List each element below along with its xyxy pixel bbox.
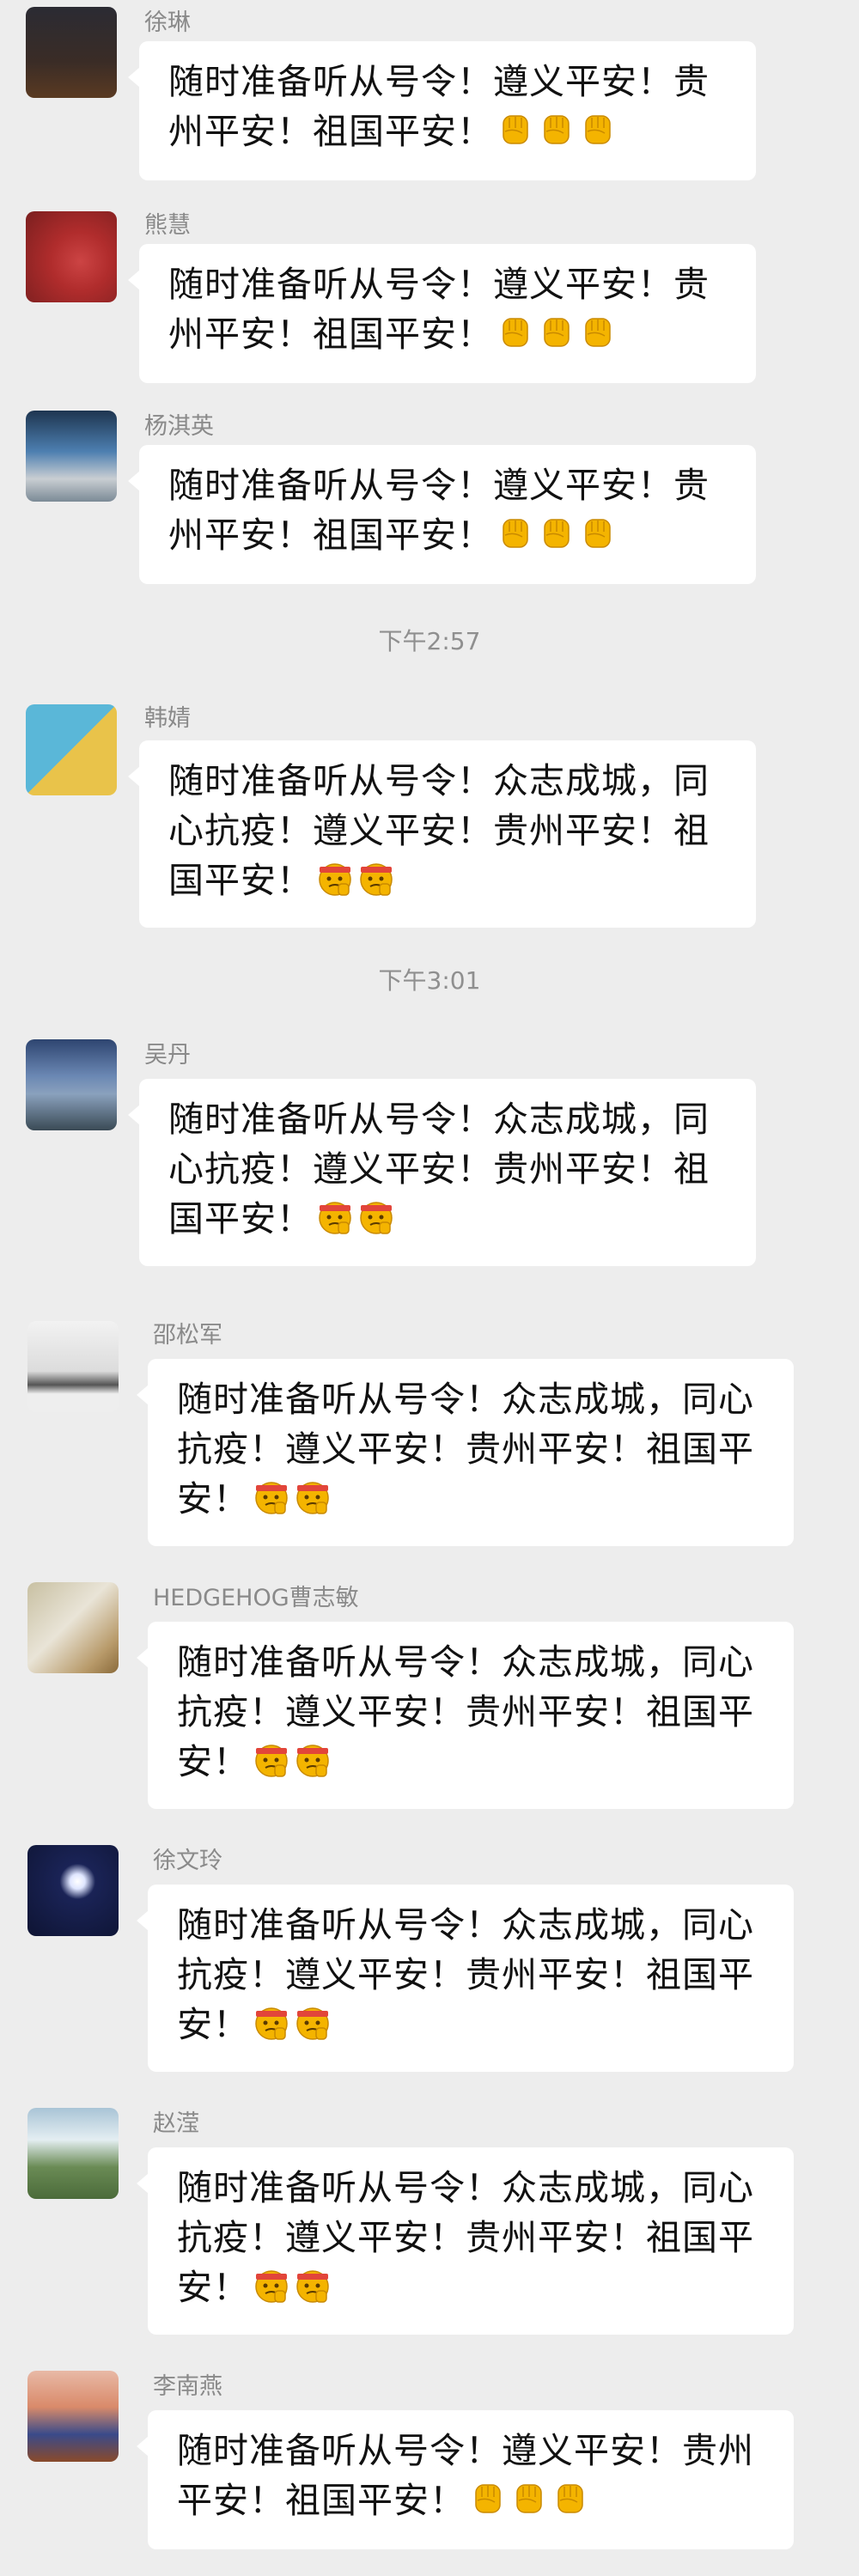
fighting-face-icon xyxy=(319,1202,351,1234)
emoji-group xyxy=(253,2267,335,2317)
fist-icon xyxy=(516,2484,542,2513)
avatar[interactable] xyxy=(26,211,117,302)
fighting-face-icon xyxy=(255,1745,288,1777)
fist-icon xyxy=(503,519,528,548)
sender-name: 徐文玲 xyxy=(153,1848,222,1874)
sender-name: 熊慧 xyxy=(144,212,191,239)
avatar[interactable] xyxy=(27,2371,119,2462)
emoji-group xyxy=(253,2004,335,2055)
fighting-face-icon xyxy=(296,1745,329,1777)
fist-icon xyxy=(475,2484,501,2513)
message-text: 随时准备听从号令！遵义平安！贵州平安！祖国平安！ xyxy=(168,264,710,355)
message-bubble[interactable]: 随时准备听从号令！众志成城，同心抗疫！遵义平安！贵州平安！祖国平安！ xyxy=(137,1622,794,1809)
timestamp: 下午2:57 xyxy=(378,627,481,655)
message-bubble[interactable]: 随时准备听从号令！遵义平安！贵州平安！祖国平安！ xyxy=(128,41,756,180)
avatar[interactable] xyxy=(27,1582,119,1673)
avatar[interactable] xyxy=(26,7,117,98)
fist-icon xyxy=(544,318,570,347)
avatar[interactable] xyxy=(26,704,117,795)
fist-icon xyxy=(544,519,570,548)
timestamp: 下午3:01 xyxy=(378,966,481,995)
emoji-group xyxy=(316,860,399,910)
message-bubble[interactable]: 随时准备听从号令！众志成城，同心抗疫！遵义平安！贵州平安！祖国平安！ xyxy=(128,1079,756,1266)
sender-name: 杨淇英 xyxy=(144,413,214,440)
fighting-face-icon xyxy=(296,2270,329,2303)
fighting-face-icon xyxy=(255,2007,288,2040)
fighting-face-icon xyxy=(319,863,351,896)
emoji-group xyxy=(497,111,620,161)
message-bubble[interactable]: 随时准备听从号令！遵义平安！贵州平安！祖国平安！ xyxy=(128,445,756,584)
avatar[interactable] xyxy=(27,1321,119,1412)
avatar[interactable] xyxy=(26,1039,117,1130)
emoji-group xyxy=(253,1741,335,1792)
fist-icon xyxy=(544,115,570,144)
emoji-group xyxy=(497,314,620,364)
message-bubble[interactable]: 随时准备听从号令！众志成城，同心抗疫！遵义平安！贵州平安！祖国平安！ xyxy=(128,740,756,928)
sender-name: 吴丹 xyxy=(144,1042,191,1069)
fist-icon xyxy=(557,2484,583,2513)
sender-name: 韩婧 xyxy=(144,705,191,732)
fist-icon xyxy=(585,318,611,347)
fighting-face-icon xyxy=(296,2007,329,2040)
sender-name: 赵滢 xyxy=(153,2110,199,2137)
fist-icon xyxy=(503,115,528,144)
emoji-group xyxy=(316,1198,399,1249)
message-bubble[interactable]: 随时准备听从号令！遵义平安！贵州平安！祖国平安！ xyxy=(137,2410,794,2549)
message-bubble[interactable]: 随时准备听从号令！遵义平安！贵州平安！祖国平安！ xyxy=(128,244,756,383)
emoji-group xyxy=(469,2480,593,2530)
message-bubble[interactable]: 随时准备听从号令！众志成城，同心抗疫！遵义平安！贵州平安！祖国平安！ xyxy=(137,1359,794,1546)
avatar[interactable] xyxy=(26,411,117,502)
fighting-face-icon xyxy=(296,1482,329,1514)
fist-icon xyxy=(585,519,611,548)
message-text: 随时准备听从号令！遵义平安！贵州平安！祖国平安！ xyxy=(168,465,710,556)
avatar[interactable] xyxy=(27,1845,119,1936)
fist-icon xyxy=(585,115,611,144)
message-text: 随时准备听从号令！众志成城，同心抗疫！遵义平安！贵州平安！祖国平安！ xyxy=(168,1099,710,1239)
emoji-group xyxy=(253,1478,335,1529)
fighting-face-icon xyxy=(255,1482,288,1514)
message-text: 随时准备听从号令！遵义平安！贵州平安！祖国平安！ xyxy=(168,61,710,152)
message-text: 随时准备听从号令！遵义平安！贵州平安！祖国平安！ xyxy=(177,2430,754,2521)
avatar[interactable] xyxy=(27,2108,119,2199)
sender-name: 李南燕 xyxy=(153,2373,222,2400)
message-text: 随时准备听从号令！众志成城，同心抗疫！遵义平安！贵州平安！祖国平安！ xyxy=(168,760,710,901)
fighting-face-icon xyxy=(360,863,393,896)
message-bubble[interactable]: 随时准备听从号令！众志成城，同心抗疫！遵义平安！贵州平安！祖国平安！ xyxy=(137,2147,794,2335)
emoji-group xyxy=(497,515,620,565)
fist-icon xyxy=(503,318,528,347)
sender-name: 徐琳 xyxy=(144,9,191,36)
fighting-face-icon xyxy=(360,1202,393,1234)
fighting-face-icon xyxy=(255,2270,288,2303)
sender-name: 邵松军 xyxy=(153,1322,222,1349)
message-bubble[interactable]: 随时准备听从号令！众志成城，同心抗疫！遵义平安！贵州平安！祖国平安！ xyxy=(137,1885,794,2072)
sender-name: HEDGEHOG曹志敏 xyxy=(153,1585,359,1611)
